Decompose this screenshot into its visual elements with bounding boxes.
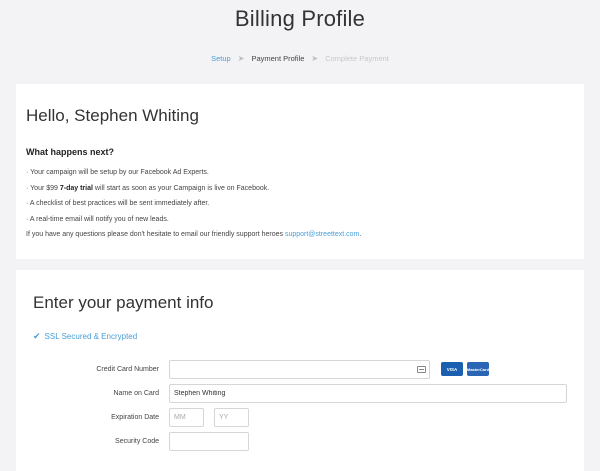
mastercard-logo: MasterCard [467,362,489,376]
support-email-link[interactable]: support@streettext.com [285,231,359,238]
list-item: · A real-time email will notify you of n… [26,215,169,223]
checkmark-icon: ✔ [33,331,41,341]
list-item-text: · Your $99 [26,184,60,192]
expiration-label: Expiration Date [111,414,159,421]
step-arrow-icon: ➤ [237,54,245,63]
name-on-card-label: Name on Card [113,390,159,397]
support-text: If you have any questions please don't h… [26,229,361,245]
mastercard-logo-text: MasterCard [467,366,490,372]
next-steps-list: · Your campaign will be setup by our Fac… [26,167,361,245]
list-item: · A checklist of best practices will be … [26,200,210,207]
next-steps-heading: What happens next? [26,147,115,157]
visa-logo: VISA [441,362,463,376]
support-text-lead: If you have any questions please don't h… [26,231,285,238]
credit-card-icon [417,366,426,373]
greeting-heading: Hello, Stephen Whiting [26,106,199,125]
expiration-month-input[interactable] [169,408,204,427]
payment-card: Enter your payment info ✔ SSL Secured & … [16,270,584,471]
support-text-end: . [359,231,362,238]
name-on-card-input[interactable] [169,384,567,403]
list-item: · Your campaign will be setup by our Fac… [26,169,209,176]
welcome-card: Hello, Stephen Whiting What happens next… [16,84,584,259]
step-complete-payment: Complete Payment [325,54,389,63]
trial-highlight: 7-day trial [59,184,93,192]
list-item: · Your $99 7-day trial will start as soo… [26,183,361,199]
step-setup[interactable]: Setup [211,54,231,63]
ssl-badge: ✔ SSL Secured & Encrypted [33,331,137,342]
step-arrow-icon: ➤ [311,54,319,63]
card-number-label: Credit Card Number [96,366,159,373]
step-payment-profile: Payment Profile [251,54,305,63]
ssl-label: SSL Secured & Encrypted [44,332,138,341]
list-item-text: will start as soon as your Campaign is l… [92,184,270,192]
payment-heading: Enter your payment info [33,293,214,312]
security-code-input[interactable] [169,432,249,451]
security-code-label: Security Code [115,438,159,445]
progress-steps: Setup ➤ Payment Profile ➤ Complete Payme… [0,54,600,63]
expiration-year-input[interactable] [214,408,249,427]
page-title: Billing Profile [234,6,366,31]
card-number-input[interactable] [169,360,430,379]
